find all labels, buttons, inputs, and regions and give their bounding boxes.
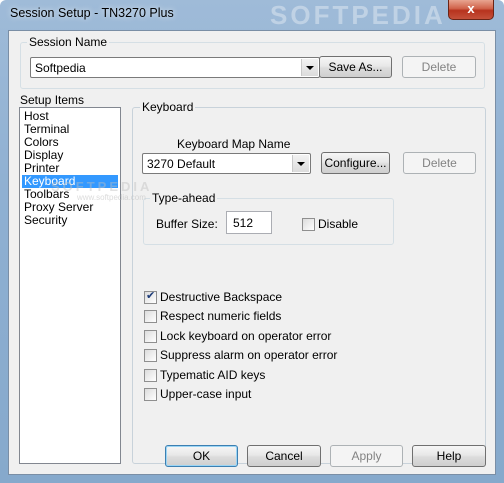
ok-button[interactable]: OK [165,445,238,467]
session-name-dropdown[interactable]: Softpedia [30,57,320,78]
typematic-aid-keys-label: Typematic AID keys [160,368,266,382]
keyboard-map-label: Keyboard Map Name [177,137,291,151]
session-name-group: Session Name Softpedia Save As... Delete [20,35,485,89]
keyboard-panel: Keyboard Keyboard Map Name 3270 Default … [132,100,486,464]
upper-case-input-label: Upper-case input [160,387,252,401]
typematic-aid-keys-checkbox[interactable] [144,369,157,382]
lock-keyboard-label: Lock keyboard on operator error [160,329,332,343]
setup-items-label: Setup Items [20,93,85,107]
delete-map-button[interactable]: Delete [403,152,476,174]
setup-item-security[interactable]: Security [22,214,118,227]
destructive-backspace-label: Destructive Backspace [160,290,283,304]
lock-keyboard-checkbox[interactable] [144,330,157,343]
buffer-size-value: 512 [233,216,254,230]
keyboard-map-value: 3270 Default [147,157,216,171]
destructive-backspace-checkbox[interactable] [144,289,157,304]
suppress-alarm-checkbox[interactable] [144,349,157,362]
watermark-center-url: www.softpedia.com [77,193,146,202]
upper-case-input-checkbox[interactable] [144,388,157,401]
chevron-down-icon[interactable] [292,155,309,172]
title-bar[interactable]: SOFTPEDIA Session Setup - TN3270 Plus x [0,0,504,30]
respect-numeric-fields-label: Respect numeric fields [160,309,282,323]
type-ahead-group: Type-ahead Buffer Size: 512 Disable [143,191,394,245]
suppress-alarm-label: Suppress alarm on operator error [160,348,338,362]
close-button[interactable]: x [448,0,494,20]
dialog-client-area: Session Name Softpedia Save As... Delete… [8,30,496,475]
cancel-button[interactable]: Cancel [247,445,321,467]
help-button[interactable]: Help [412,445,486,467]
buffer-size-input[interactable]: 512 [226,211,272,234]
disable-checkbox[interactable] [302,218,315,231]
apply-button[interactable]: Apply [330,445,403,467]
watermark-center: SOFTPEDIA [51,179,153,194]
window-title: Session Setup - TN3270 Plus [10,6,174,20]
session-name-value: Softpedia [35,61,86,75]
respect-numeric-fields-checkbox[interactable] [144,310,157,323]
session-setup-window: SOFTPEDIA Session Setup - TN3270 Plus x … [0,0,504,483]
close-icon: x [467,1,475,16]
session-name-label: Session Name [27,35,110,49]
type-ahead-label: Type-ahead [150,191,218,205]
keyboard-map-dropdown[interactable]: 3270 Default [142,153,311,174]
delete-session-button[interactable]: Delete [402,56,476,78]
configure-button[interactable]: Configure... [321,152,390,174]
buffer-size-label: Buffer Size: [156,217,218,231]
setup-items-list[interactable]: Host Terminal Colors Display Printer Key… [19,107,121,464]
chevron-down-icon[interactable] [301,59,318,76]
save-as-button[interactable]: Save As... [319,56,392,78]
keyboard-panel-title: Keyboard [140,100,196,114]
disable-label: Disable [318,217,359,231]
watermark-title: SOFTPEDIA [270,0,446,30]
